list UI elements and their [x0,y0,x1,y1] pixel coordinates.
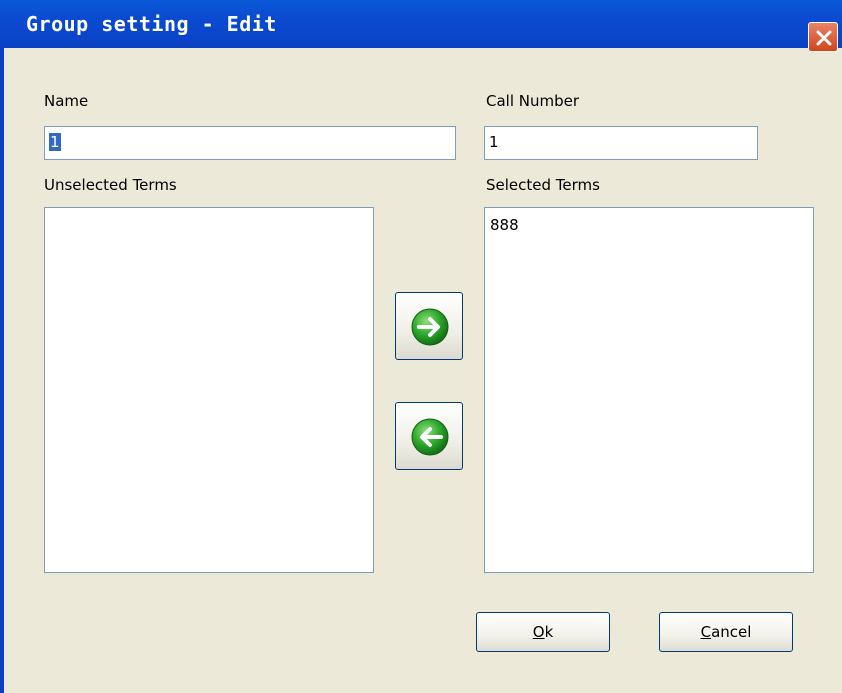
move-right-button[interactable] [395,292,463,360]
arrow-right-icon [411,308,449,346]
unselected-terms-list[interactable] [44,207,374,573]
window-frame-left [0,48,4,693]
title-bar[interactable]: Group setting - Edit [0,0,842,52]
name-label: Name [44,92,89,110]
cancel-button[interactable]: Cancel [659,612,793,652]
selected-terms-label: Selected Terms [486,176,600,194]
ok-label-rest: k [544,623,554,641]
name-field[interactable]: 1 [44,126,456,160]
ok-button[interactable]: Ok [476,612,610,652]
selected-terms-list[interactable]: 888 [484,207,814,573]
name-field-value: 1 [49,133,61,151]
call-number-label: Call Number [486,92,580,110]
move-left-button[interactable] [395,402,463,470]
close-button[interactable] [808,22,838,52]
list-item[interactable]: 888 [485,208,813,234]
call-number-field[interactable]: 1 [484,126,758,160]
call-number-field-value: 1 [489,133,499,151]
close-icon [816,30,832,46]
ok-mnemonic: O [532,623,545,641]
unselected-terms-label: Unselected Terms [44,176,177,194]
cancel-label-rest: ancel [711,623,752,641]
arrow-left-icon [411,418,449,456]
cancel-mnemonic: C [700,623,712,641]
window-title: Group setting - Edit [26,12,277,36]
